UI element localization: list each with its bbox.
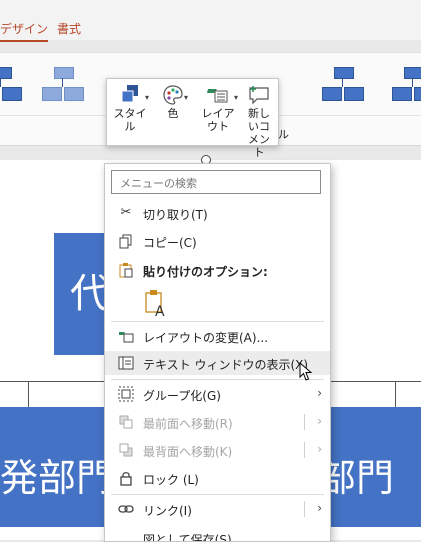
menu-search-input[interactable]: メニューの検索 — [111, 170, 321, 194]
menu-item-label: グループ化(G) — [143, 389, 221, 403]
new-comment-button[interactable]: 新しいコメント — [243, 83, 275, 159]
scissors-icon: ✂ — [120, 205, 132, 220]
menu-item-label: 切り取り(T) — [143, 208, 208, 222]
menu-item-label: 最前面へ移動(R) — [143, 417, 233, 431]
menu-item-label: 図として保存(S)... — [143, 533, 244, 542]
bring-front-icon — [118, 414, 134, 430]
style-label: スタイル — [113, 107, 147, 133]
link-icon — [118, 501, 134, 517]
layout-gallery-item[interactable] — [40, 65, 84, 103]
layout-label: レイアウト — [201, 107, 235, 133]
chevron-down-icon: ▾ — [234, 93, 239, 102]
mini-toolbar: ▾ スタイル ▾ 色 ▾ レイアウト 新しいコメント — [106, 78, 279, 159]
split-divider — [304, 414, 305, 430]
ribbon-tabs: デザイン 書式 — [0, 0, 421, 42]
connector-line — [28, 381, 29, 407]
menu-item-send-to-back: 最背面へ移動(K) › — [105, 438, 330, 462]
menu-item-show-text-pane[interactable]: テキスト ウィンドウの表示(X) — [105, 351, 330, 375]
palette-icon — [163, 85, 183, 105]
layout-button[interactable]: ▾ レイアウト — [197, 83, 239, 141]
lock-icon — [118, 470, 134, 486]
connector-line — [395, 381, 396, 407]
color-button[interactable]: ▾ 色 — [157, 83, 189, 141]
menu-item-label: 最背面へ移動(K) — [143, 445, 233, 459]
chevron-right-icon: › — [317, 442, 322, 456]
tab-design[interactable]: デザイン — [0, 20, 49, 42]
menu-search-placeholder: メニューの検索 — [120, 177, 197, 190]
menu-separator — [111, 321, 324, 322]
chevron-down-icon: ▾ — [184, 93, 189, 102]
menu-paste-options-header: 貼り付けのオプション: — [105, 258, 330, 282]
menu-item-copy[interactable]: コピー(C) — [105, 229, 330, 253]
text-pane-icon — [118, 355, 134, 371]
style-icon — [121, 85, 138, 103]
split-divider — [304, 501, 305, 517]
menu-item-label: コピー(C) — [143, 236, 197, 250]
svg-text:A: A — [155, 304, 165, 317]
color-label: 色 — [167, 107, 179, 120]
menu-item-link[interactable]: リンク(I) › — [105, 497, 330, 521]
menu-item-change-layout[interactable]: レイアウトの変更(A)... — [105, 324, 330, 348]
paste-keep-text-icon[interactable]: A — [143, 289, 167, 317]
menu-item-label: テキスト ウィンドウの表示(X) — [143, 358, 309, 372]
menu-separator — [111, 379, 324, 380]
tab-format[interactable]: 書式 — [57, 20, 81, 37]
send-back-icon — [118, 442, 134, 458]
layout-icon — [118, 328, 134, 344]
menu-separator — [111, 494, 324, 495]
layout-gallery-item[interactable] — [0, 65, 22, 103]
hidden-ribbon-label: ル — [278, 128, 289, 141]
menu-item-label: レイアウトの変更(A)... — [143, 331, 269, 345]
copy-icon — [118, 233, 134, 249]
menu-item-cut[interactable]: ✂ 切り取り(T) — [105, 201, 330, 225]
menu-item-group[interactable]: グループ化(G) › — [105, 382, 330, 406]
layout-gallery-item[interactable] — [320, 65, 364, 103]
chevron-down-icon: ▾ — [145, 93, 150, 102]
mouse-pointer-icon — [299, 362, 313, 381]
menu-item-label: ロック (L) — [143, 473, 199, 487]
chevron-right-icon: › — [317, 501, 322, 515]
split-divider — [304, 442, 305, 458]
chevron-right-icon: › — [317, 414, 322, 428]
layout-icon — [207, 89, 228, 103]
group-icon — [118, 386, 134, 402]
context-menu: メニューの検索 ✂ 切り取り(T) コピー(C) 貼り付けのオプション: A レ… — [104, 163, 331, 542]
new-comment-label: 新しいコメント — [248, 107, 270, 159]
paste-icon — [118, 262, 134, 278]
chevron-right-icon: › — [317, 386, 322, 400]
bottom-left-shape-text: 発部門 — [0, 456, 115, 500]
menu-item-bring-to-front: 最前面へ移動(R) › — [105, 410, 330, 434]
menu-item-label: 貼り付けのオプション: — [143, 265, 268, 279]
style-button[interactable]: ▾ スタイル — [111, 83, 149, 141]
menu-item-lock[interactable]: ロック (L) — [105, 466, 330, 490]
comment-icon — [249, 86, 269, 105]
layout-gallery-item[interactable] — [390, 65, 421, 103]
menu-item-label: リンク(I) — [143, 504, 192, 518]
